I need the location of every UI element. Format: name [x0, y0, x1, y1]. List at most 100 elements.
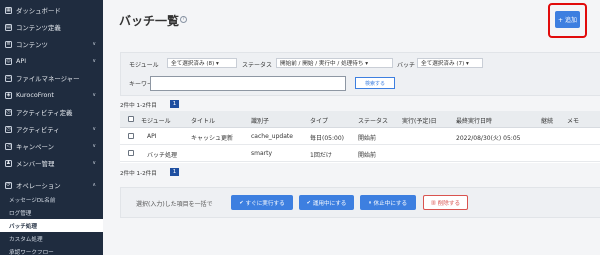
- sidebar-item-label: アクティビティ定義: [16, 108, 73, 117]
- table-row[interactable]: API キャッシュ更新 cache_update 毎日(05:00) 開始前 2…: [120, 128, 600, 145]
- sidebar-item-label: API: [16, 57, 27, 65]
- chevron-down-icon: ∨: [92, 160, 96, 166]
- activity-definition-icon: ◷: [5, 108, 12, 116]
- content-definition-icon: ▤: [5, 23, 12, 31]
- trash-icon: ▥: [430, 199, 436, 206]
- sidebar-item-label: ファイルマネージャー: [16, 74, 80, 83]
- chevron-down-icon: ∨: [92, 41, 96, 47]
- cell-status: 開始前: [358, 135, 377, 142]
- sidebar-item-label: コンテンツ定義: [16, 23, 61, 32]
- sidebar-item-content-definition[interactable]: ▤ コンテンツ定義: [0, 18, 103, 36]
- file-manager-icon: ▭: [5, 74, 12, 82]
- sidebar-item-member[interactable]: ♟ メンバー管理 ∨: [0, 154, 103, 172]
- cell-identifier: smarty: [251, 150, 273, 157]
- bulk-action-bar: 選択(入力)した項目を一括で ✔ すぐに実行する ✔ 運用中にする ⏸ 休止中に…: [120, 187, 600, 218]
- cell-type: 1回だけ: [310, 152, 332, 159]
- check-icon: ✔: [239, 199, 244, 206]
- sidebar-item-activity[interactable]: ◷ アクティビティ ∨: [0, 120, 103, 138]
- member-icon: ♟: [5, 159, 12, 167]
- cell-identifier: cache_update: [251, 133, 293, 140]
- campaign-icon: ◁: [5, 142, 12, 150]
- sidebar-subitem-log[interactable]: ログ管理: [0, 206, 103, 219]
- chevron-down-icon: ∨: [92, 58, 96, 64]
- operation-icon: ⟳: [5, 181, 12, 189]
- search-button[interactable]: 検索する: [355, 77, 395, 89]
- header-identifier: 識別子: [251, 118, 270, 125]
- filter-panel: モジュール 全て選択済み (8) ▾ ステータス 開始前 / 開始 / 実行中 …: [120, 52, 600, 96]
- add-button-highlight: + 追加: [548, 3, 587, 38]
- sidebar-item-label: ダッシュボード: [16, 6, 61, 15]
- run-now-label: すぐに実行する: [245, 200, 285, 207]
- sidebar-item-dashboard[interactable]: ▦ ダッシュボード: [0, 1, 103, 19]
- cell-title: キャッシュ更新: [191, 135, 234, 142]
- result-count: 2件中 1-2件目: [120, 103, 157, 109]
- header-module: モジュール: [141, 118, 171, 125]
- sidebar-item-api[interactable]: ◎ API ∨: [0, 52, 103, 70]
- select-all-checkbox[interactable]: [128, 116, 134, 122]
- page-title: バッチ一覧: [119, 14, 180, 28]
- bulk-action-label: 選択(入力)した項目を一括で: [136, 201, 213, 208]
- chevron-down-icon: ∨: [92, 143, 96, 149]
- chevron-up-icon: ∧: [92, 182, 96, 188]
- header-continue: 継続: [541, 118, 554, 125]
- activate-label: 運用中にする: [312, 200, 347, 207]
- cell-type: 毎日(05:00): [310, 135, 344, 142]
- sidebar: ▦ ダッシュボード ▤ コンテンツ定義 ≡ コンテンツ ∨ ◎ API ∨ ▭ …: [0, 0, 103, 255]
- table-header: モジュール タイトル 識別子 タイプ ステータス 実行(予定)日 最終実行日時 …: [120, 111, 600, 128]
- help-icon[interactable]: ?: [180, 16, 187, 23]
- sidebar-item-campaign[interactable]: ◁ キャンペーン ∨: [0, 137, 103, 155]
- api-icon: ◎: [5, 57, 12, 65]
- cell-status: 開始前: [358, 152, 377, 159]
- keyword-input[interactable]: [150, 76, 346, 91]
- activity-icon: ◷: [5, 125, 12, 133]
- sidebar-item-file-manager[interactable]: ▭ ファイルマネージャー: [0, 69, 103, 87]
- status-select[interactable]: 開始前 / 開始 / 実行中 / 処理待ち ▾: [276, 58, 393, 68]
- sidebar-item-content[interactable]: ≡ コンテンツ ∨: [0, 35, 103, 53]
- sidebar-subitem-workflow[interactable]: 承認ワークフロー: [0, 245, 103, 255]
- module-select[interactable]: 全て選択済み (8) ▾: [167, 58, 237, 68]
- header-status: ステータス: [358, 118, 389, 125]
- sidebar-subitem-message[interactable]: メッセージDL名前: [0, 193, 103, 206]
- sidebar-item-label: アクティビティ: [16, 125, 60, 134]
- table-row[interactable]: バッチ処理 smarty 1回だけ 開始前: [120, 145, 600, 162]
- cell-module: バッチ処理: [147, 152, 178, 159]
- sidebar-item-activity-definition[interactable]: ◷ アクティビティ定義: [0, 103, 103, 121]
- sidebar-item-label: オペレーション: [16, 181, 61, 190]
- sidebar-item-label: コンテンツ: [16, 40, 48, 49]
- run-now-button[interactable]: ✔ すぐに実行する: [231, 195, 293, 210]
- activate-button[interactable]: ✔ 運用中にする: [299, 195, 354, 210]
- sidebar-subitem-batch[interactable]: バッチ処理: [0, 219, 103, 232]
- dashboard-icon: ▦: [5, 6, 12, 14]
- page-number-button[interactable]: 1: [170, 100, 179, 108]
- pause-icon: ⏸: [368, 199, 372, 206]
- sidebar-item-label: メンバー管理: [16, 159, 55, 168]
- status-label: ステータス: [242, 62, 273, 69]
- sidebar-item-operation[interactable]: ⟳ オペレーション ∧: [0, 176, 103, 194]
- header-title: タイトル: [191, 118, 216, 125]
- header-memo: メモ: [567, 118, 580, 125]
- batch-select[interactable]: 全て選択済み (7) ▾: [417, 58, 483, 68]
- batch-label: バッチ: [397, 62, 416, 69]
- header-last-run: 最終実行日時: [456, 118, 493, 125]
- check-icon: ✔: [306, 199, 311, 206]
- header-type: タイプ: [310, 118, 329, 125]
- cell-module: API: [147, 133, 157, 140]
- sidebar-item-label: キャンペーン: [16, 142, 55, 151]
- delete-button[interactable]: ▥ 削除する: [423, 195, 468, 210]
- add-button[interactable]: + 追加: [555, 11, 580, 28]
- suspend-label: 休止中にする: [373, 200, 408, 207]
- row-checkbox[interactable]: [128, 133, 134, 139]
- chevron-down-icon: ∨: [92, 92, 96, 98]
- sidebar-subitem-custom[interactable]: カスタム処理: [0, 232, 103, 245]
- row-checkbox[interactable]: [128, 150, 134, 156]
- sidebar-item-label: KurocoFront: [16, 91, 54, 99]
- header-scheduled: 実行(予定)日: [402, 118, 437, 125]
- delete-label: 削除する: [437, 200, 461, 207]
- content-icon: ≡: [5, 40, 12, 48]
- sidebar-item-kurocofront[interactable]: ◈ KurocoFront ∨: [0, 86, 103, 104]
- page-number-button-bottom[interactable]: 1: [170, 168, 179, 176]
- suspend-button[interactable]: ⏸ 休止中にする: [360, 195, 416, 210]
- main-content: バッチ一覧 ? + 追加 モジュール 全て選択済み (8) ▾ ステータス 開始…: [103, 0, 600, 255]
- chevron-down-icon: ∨: [92, 126, 96, 132]
- batch-table: モジュール タイトル 識別子 タイプ ステータス 実行(予定)日 最終実行日時 …: [120, 111, 600, 163]
